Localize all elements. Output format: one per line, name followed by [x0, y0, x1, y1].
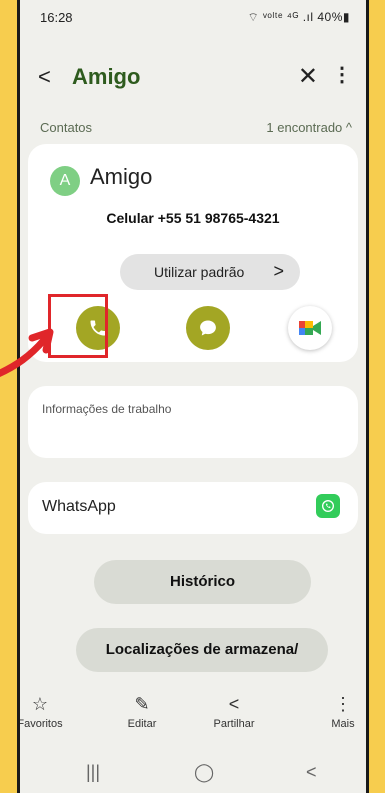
- share-icon: <: [228, 694, 240, 714]
- use-default-label: Utilizar padrão: [154, 264, 245, 280]
- red-arrow-icon: [0, 328, 54, 377]
- home-icon[interactable]: ◯: [194, 762, 214, 783]
- status-time: 16:28: [40, 10, 73, 25]
- bottom-nav: ☆ Favoritos ✎ Editar < Partilhar ⋮ Mais: [20, 694, 366, 744]
- system-back-icon[interactable]: <: [306, 762, 317, 783]
- section-header: Contatos 1 encontrado ^: [40, 120, 352, 135]
- status-icons: ⌔ ᵛᵒˡᵗᵉ ⁴ᴳ .ıl 40%▮: [247, 10, 350, 24]
- star-icon: ☆: [31, 694, 49, 714]
- pencil-icon: ✎: [134, 694, 150, 714]
- page-title: Amigo: [72, 64, 141, 89]
- work-info-card[interactable]: Informações de trabalho: [28, 386, 358, 458]
- status-bar: 16:28 ⌔ ᵛᵒˡᵗᵉ ⁴ᴳ .ıl 40%▮: [40, 10, 350, 30]
- results-count-toggle[interactable]: 1 encontrado ^: [266, 120, 352, 135]
- video-call-button[interactable]: [288, 306, 332, 350]
- avatar: A: [50, 166, 80, 196]
- phone-screen: 16:28 ⌔ ᵛᵒˡᵗᵉ ⁴ᴳ .ıl 40%▮ < Amigo ✕ ⋮ Co…: [17, 0, 369, 793]
- meet-video-icon: [299, 321, 321, 335]
- whatsapp-icon[interactable]: [316, 494, 340, 518]
- close-icon[interactable]: ✕: [298, 62, 318, 91]
- whatsapp-label: WhatsApp: [42, 498, 116, 515]
- nav-share[interactable]: < Partilhar: [194, 694, 274, 730]
- chevron-right-icon: >: [273, 261, 284, 281]
- nav-edit[interactable]: ✎ Editar: [102, 694, 182, 730]
- message-button[interactable]: [186, 306, 230, 350]
- work-info-label: Informações de trabalho: [42, 402, 172, 416]
- system-nav-bar: ||| ◯ <: [20, 762, 366, 784]
- history-button[interactable]: Histórico: [94, 560, 311, 604]
- more-options-icon[interactable]: ⋮: [332, 62, 352, 87]
- more-vertical-icon: ⋮: [334, 694, 352, 714]
- storage-locations-button[interactable]: Localizações de armazena/: [76, 628, 328, 672]
- chat-bubble-icon: [200, 320, 216, 336]
- back-icon[interactable]: <: [38, 64, 51, 90]
- contact-name: Amigo: [90, 164, 153, 189]
- phone-number[interactable]: Celular +55 51 98765-4321: [28, 210, 358, 226]
- use-default-button[interactable]: Utilizar padrão >: [120, 254, 300, 290]
- nav-edit-label: Editar: [127, 718, 157, 730]
- nav-favorites[interactable]: ☆ Favoritos: [17, 694, 80, 730]
- nav-more-label: Mais: [331, 718, 355, 730]
- recent-apps-icon[interactable]: |||: [86, 762, 100, 783]
- nav-more[interactable]: ⋮ Mais: [303, 694, 366, 730]
- whatsapp-row[interactable]: WhatsApp: [28, 482, 358, 534]
- nav-share-label: Partilhar: [213, 718, 255, 730]
- app-bar: < Amigo ✕ ⋮: [20, 60, 366, 96]
- section-label: Contatos: [40, 120, 93, 135]
- nav-favorites-label: Favoritos: [17, 718, 63, 730]
